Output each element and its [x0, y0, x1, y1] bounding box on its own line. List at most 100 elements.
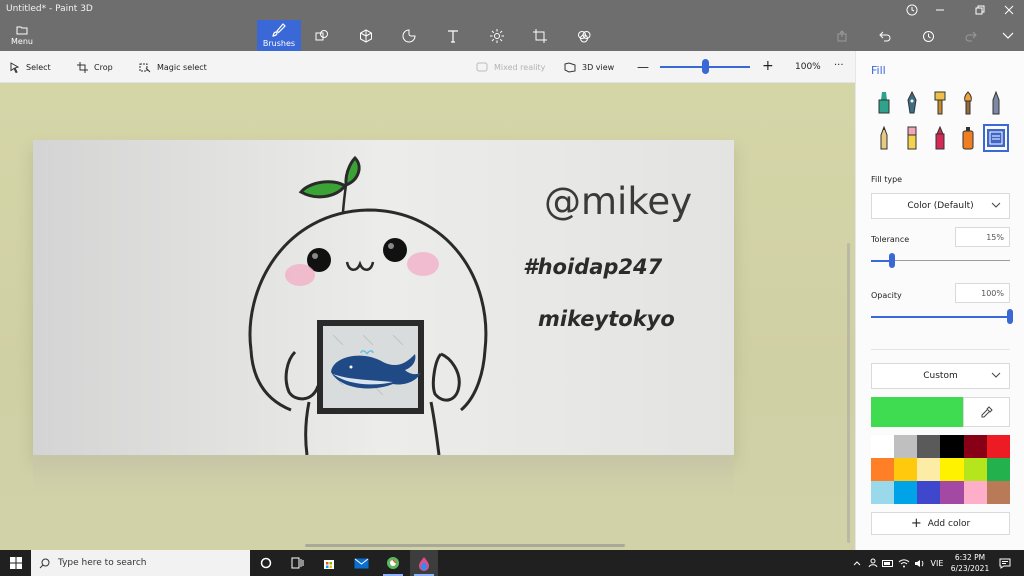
brushes-tab[interactable]: Brushes — [257, 20, 301, 51]
stickers-icon — [402, 28, 416, 42]
tolerance-slider-thumb[interactable] — [888, 253, 895, 268]
watercolor-brush[interactable] — [955, 89, 981, 117]
zoom-slider-thumb[interactable] — [702, 59, 709, 74]
palette-swatch[interactable] — [963, 435, 987, 458]
task-view-button[interactable] — [283, 550, 311, 576]
canvas-tab[interactable] — [518, 20, 562, 51]
magic-select-icon — [139, 63, 151, 72]
paint-3d-taskbar-button[interactable] — [410, 550, 438, 576]
more-options-button[interactable]: ··· — [834, 57, 844, 73]
palette-swatch[interactable] — [894, 458, 918, 481]
palette-swatch[interactable] — [986, 435, 1010, 458]
tolerance-input[interactable]: 15% — [955, 227, 1010, 247]
color-mode-dropdown[interactable]: Custom — [871, 363, 1010, 389]
undo-button[interactable] — [872, 26, 896, 46]
palette-swatch[interactable] — [940, 458, 964, 481]
palette-swatch[interactable] — [917, 435, 941, 458]
share-button[interactable] — [830, 26, 854, 46]
pencil-brush[interactable] — [871, 124, 897, 152]
current-color-swatch[interactable] — [871, 397, 963, 427]
calligraphy-pen-brush[interactable] — [899, 89, 925, 117]
show-hidden-icons-button[interactable] — [851, 550, 863, 576]
mail-button[interactable] — [347, 550, 375, 576]
people-tray-icon[interactable] — [866, 550, 880, 576]
crop-button[interactable]: Crop — [77, 59, 113, 75]
pixel-pen-icon — [992, 91, 1000, 115]
3d-library-tab[interactable] — [562, 20, 606, 51]
palette-swatch[interactable] — [917, 458, 941, 481]
wifi-tray-icon[interactable] — [897, 550, 911, 576]
palette-swatch[interactable] — [917, 481, 941, 504]
taskbar-search[interactable]: Type here to search — [31, 550, 250, 576]
crayon-brush[interactable] — [927, 124, 953, 152]
fill-type-label: Fill type — [871, 175, 903, 184]
crop-icon — [77, 61, 88, 73]
people-icon — [868, 558, 878, 568]
minimize-button[interactable] — [925, 0, 955, 20]
zoom-in-button[interactable]: + — [762, 58, 774, 74]
text-icon — [448, 29, 458, 43]
palette-swatch[interactable] — [940, 435, 964, 458]
notifications-button[interactable] — [996, 550, 1014, 576]
coc-coc-browser-button[interactable] — [379, 550, 407, 576]
mascot-leg-left — [304, 401, 311, 455]
clock-time: 6:32 PM — [954, 553, 986, 562]
pixel-pen-brush[interactable] — [983, 89, 1009, 117]
mixed-reality-button[interactable]: Mixed reality — [476, 59, 545, 75]
palette-swatch[interactable] — [871, 458, 895, 481]
start-button[interactable] — [0, 550, 31, 576]
palette-swatch[interactable] — [963, 458, 987, 481]
3d-shapes-tab[interactable] — [344, 20, 388, 51]
taskbar-clock[interactable]: 6:32 PM 6/23/2021 — [948, 552, 992, 574]
add-color-button[interactable]: + Add color — [871, 512, 1010, 535]
opacity-input[interactable]: 100% — [955, 283, 1010, 303]
text-tab[interactable] — [431, 20, 475, 51]
effects-tab[interactable] — [475, 20, 519, 51]
magic-select-button[interactable]: Magic select — [139, 59, 207, 75]
3d-view-button[interactable]: 3D view — [564, 59, 614, 75]
language-indicator[interactable]: VIE — [928, 550, 946, 576]
marker-brush[interactable] — [871, 89, 897, 117]
palette-swatch[interactable] — [894, 481, 918, 504]
history-button[interactable] — [916, 26, 940, 46]
redo-button[interactable] — [959, 26, 983, 46]
2d-shapes-tab[interactable] — [300, 20, 344, 51]
volume-tray-icon[interactable] — [912, 550, 926, 576]
drawing-canvas[interactable]: @mikey #hoidap247 mikeytokyo — [33, 140, 734, 455]
palette-swatch[interactable] — [986, 481, 1010, 504]
panel-divider — [871, 349, 1010, 350]
horizontal-scrollbar[interactable] — [305, 544, 625, 547]
battery-icon — [882, 559, 893, 567]
fill-brush[interactable] — [983, 124, 1009, 152]
sprout-leaf-left — [298, 180, 348, 199]
cortana-button[interactable] — [252, 550, 280, 576]
eraser-brush[interactable] — [899, 124, 925, 152]
help-icon[interactable] — [897, 0, 927, 20]
palette-swatch[interactable] — [871, 481, 895, 504]
close-button[interactable] — [994, 0, 1024, 20]
battery-tray-icon[interactable] — [881, 550, 895, 576]
opacity-slider-thumb[interactable] — [1007, 309, 1013, 324]
spray-can-brush[interactable] — [955, 124, 981, 152]
menu-button[interactable]: Menu — [4, 20, 40, 50]
expand-ribbon-button[interactable] — [996, 26, 1020, 46]
clock-date: 6/23/2021 — [950, 564, 990, 573]
opacity-slider[interactable] — [871, 316, 1010, 318]
oil-brush[interactable] — [927, 89, 953, 117]
store-button[interactable] — [315, 550, 343, 576]
zoom-out-button[interactable]: — — [637, 59, 649, 75]
select-button[interactable]: Select — [10, 59, 51, 75]
palette-swatch[interactable] — [894, 435, 918, 458]
palette-swatch[interactable] — [871, 435, 895, 458]
fill-type-dropdown[interactable]: Color (Default) — [871, 193, 1010, 219]
vertical-scrollbar[interactable] — [847, 243, 850, 543]
palette-swatch[interactable] — [940, 481, 964, 504]
eyedropper-button[interactable] — [963, 397, 1010, 427]
palette-swatch[interactable] — [986, 458, 1010, 481]
3d-library-icon — [578, 30, 591, 42]
pointer-icon — [10, 61, 20, 73]
restore-button[interactable] — [965, 0, 995, 20]
palette-swatch[interactable] — [963, 481, 987, 504]
history-icon — [922, 30, 934, 42]
stickers-tab[interactable] — [387, 20, 431, 51]
